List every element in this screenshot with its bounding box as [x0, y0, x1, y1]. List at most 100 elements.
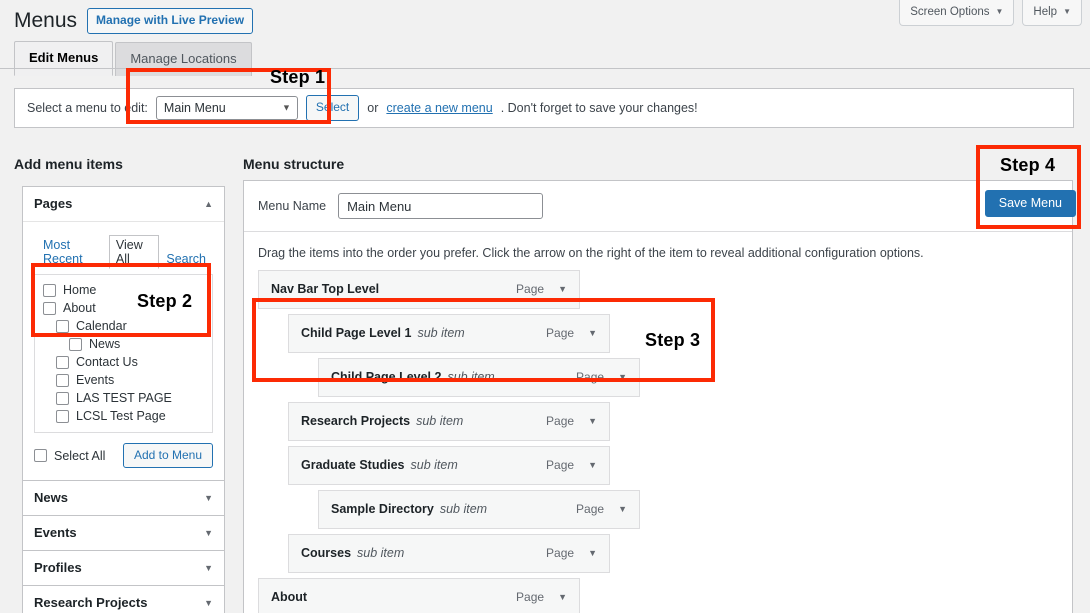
accordion-header-research-projects[interactable]: Research Projects ▼	[23, 586, 224, 613]
menu-item-subtitle: sub item	[411, 458, 458, 472]
chevron-down-icon[interactable]: ▼	[204, 528, 213, 538]
page-checkbox[interactable]	[56, 320, 69, 333]
menu-item-type: Page	[576, 370, 604, 384]
menu-item-meta: Page ▼	[546, 326, 597, 340]
menu-item-row[interactable]: Nav Bar Top Level Page ▼	[258, 270, 580, 309]
manage-with-live-preview-button[interactable]: Manage with Live Preview	[87, 8, 253, 34]
menu-item-row[interactable]: Research Projectssub item Page ▼	[288, 402, 610, 441]
accordion-body-pages: Most Recent View All Search Home About	[23, 222, 224, 480]
menu-item-meta: Page ▼	[516, 282, 567, 296]
list-item[interactable]: Contact Us	[43, 353, 204, 371]
menu-item-type: Page	[576, 502, 604, 516]
pages-checkbox-list: Home About Calendar News	[34, 274, 213, 433]
help-button[interactable]: Help ▼	[1022, 0, 1082, 26]
accordion-header-news[interactable]: News ▼	[23, 481, 224, 515]
save-menu-button[interactable]: Save Menu	[985, 190, 1076, 217]
menu-item-row[interactable]: About Page ▼	[258, 578, 580, 613]
menu-item-title: Research Projects	[301, 414, 410, 428]
chevron-down-icon[interactable]: ▼	[588, 460, 597, 470]
tablink-search[interactable]: Search	[159, 250, 213, 268]
page-checkbox[interactable]	[43, 284, 56, 297]
menu-structure-panel: Menu Name Drag the items into the order …	[243, 180, 1073, 613]
menu-item-meta: Page ▼	[576, 502, 627, 516]
menu-item-subtitle: sub item	[416, 414, 463, 428]
menu-item-type: Page	[546, 326, 574, 340]
menu-item-row[interactable]: Sample Directorysub item Page ▼	[318, 490, 640, 529]
menu-item-row[interactable]: Graduate Studies sub item Page ▼	[288, 446, 610, 485]
chevron-up-icon[interactable]: ▲	[204, 199, 213, 209]
menu-select[interactable]: Main Menu	[156, 96, 298, 120]
page-label: News	[89, 337, 120, 351]
tab-divider	[0, 68, 1090, 69]
list-item[interactable]: Events	[43, 371, 204, 389]
menu-item-row[interactable]: Child Page Level 1sub item Page ▼	[288, 314, 610, 353]
menu-items-list: Nav Bar Top Level Page ▼ Child Page Leve…	[244, 270, 1072, 613]
page-label: LCSL Test Page	[76, 409, 166, 423]
menu-item-meta: Page ▼	[576, 370, 627, 384]
or-text: or	[367, 101, 378, 115]
add-menu-items-panel: Pages ▲ Most Recent View All Search Home	[22, 186, 225, 613]
annotation-label-step-1: Step 1	[270, 67, 325, 88]
menu-item-meta: Page ▼	[516, 590, 567, 604]
list-item[interactable]: LAS TEST PAGE	[43, 389, 204, 407]
tab-manage-locations[interactable]: Manage Locations	[115, 42, 251, 76]
page-checkbox[interactable]	[56, 410, 69, 423]
select-button[interactable]: Select	[306, 95, 359, 121]
select-menu-bar: Select a menu to edit: Main Menu ▼ Selec…	[14, 88, 1074, 128]
accordion-pages: Pages ▲ Most Recent View All Search Home	[22, 186, 225, 480]
tablink-most-recent[interactable]: Most Recent	[36, 236, 109, 268]
menu-item-type: Page	[516, 590, 544, 604]
chevron-down-icon[interactable]: ▼	[558, 284, 567, 294]
accordion-news: News ▼	[22, 480, 225, 515]
page-checkbox[interactable]	[43, 302, 56, 315]
screen-options-button[interactable]: Screen Options ▼	[899, 0, 1014, 26]
page-checkbox[interactable]	[56, 374, 69, 387]
page-checkbox[interactable]	[56, 356, 69, 369]
list-item[interactable]: News	[43, 335, 204, 353]
menu-item-title: Graduate Studies	[301, 458, 405, 472]
chevron-down-icon[interactable]: ▼	[204, 493, 213, 503]
chevron-down-icon[interactable]: ▼	[588, 416, 597, 426]
page-checkbox[interactable]	[69, 338, 82, 351]
menu-name-input[interactable]	[338, 193, 543, 219]
menu-item-type: Page	[546, 546, 574, 560]
add-to-menu-button[interactable]: Add to Menu	[123, 443, 213, 468]
tablink-view-all[interactable]: View All	[109, 235, 160, 269]
menu-item-type: Page	[546, 458, 574, 472]
chevron-down-icon[interactable]: ▼	[204, 598, 213, 608]
accordion-header-pages[interactable]: Pages ▲	[23, 187, 224, 222]
accordion-header-profiles[interactable]: Profiles ▼	[23, 551, 224, 585]
accordion-header-events[interactable]: Events ▼	[23, 516, 224, 550]
create-new-menu-link[interactable]: create a new menu	[386, 101, 492, 115]
tab-edit-menus[interactable]: Edit Menus	[14, 41, 113, 76]
menu-item-title: Child Page Level 1	[301, 326, 411, 340]
chevron-down-icon[interactable]: ▼	[588, 548, 597, 558]
menu-item-subtitle: sub item	[447, 370, 494, 384]
chevron-down-icon[interactable]: ▼	[204, 563, 213, 573]
menu-item-row[interactable]: Child Page Level 2 sub item Page ▼	[318, 358, 640, 397]
chevron-down-icon[interactable]: ▼	[558, 592, 567, 602]
select-all-checkbox[interactable]	[34, 449, 47, 462]
accordion-profiles: Profiles ▼	[22, 550, 225, 585]
menu-item-title: Child Page Level 2	[331, 370, 441, 384]
menu-name-label: Menu Name	[258, 199, 326, 213]
page-header: Menus Manage with Live Preview	[14, 8, 253, 34]
chevron-down-icon[interactable]: ▼	[618, 504, 627, 514]
list-item[interactable]: Home	[43, 281, 204, 299]
page-title: Menus	[14, 8, 77, 33]
menu-item-subtitle: sub item	[357, 546, 404, 560]
chevron-down-icon[interactable]: ▼	[588, 328, 597, 338]
chevron-down-icon[interactable]: ▼	[618, 372, 627, 382]
menu-item-subtitle: sub item	[440, 502, 487, 516]
drag-hint-text: Drag the items into the order you prefer…	[244, 232, 1072, 270]
page-label: About	[63, 301, 96, 315]
menu-item-meta: Page ▼	[546, 458, 597, 472]
menu-item-title: Courses	[301, 546, 351, 560]
list-item[interactable]: About	[43, 299, 204, 317]
select-all-control[interactable]: Select All	[34, 449, 105, 463]
menu-item-row[interactable]: Courses sub item Page ▼	[288, 534, 610, 573]
list-item[interactable]: LCSL Test Page	[43, 407, 204, 425]
page-checkbox[interactable]	[56, 392, 69, 405]
add-menu-items-heading: Add menu items	[14, 156, 123, 172]
list-item[interactable]: Calendar	[43, 317, 204, 335]
